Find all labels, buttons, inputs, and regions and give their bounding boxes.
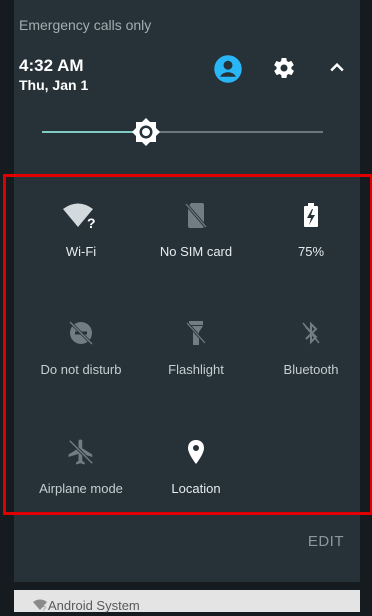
flashlight-off-icon <box>185 321 207 345</box>
svg-text:?: ? <box>42 606 46 611</box>
bluetooth-off-icon <box>302 321 320 345</box>
airplane-off-icon <box>68 439 94 465</box>
wifi-question-icon: ? <box>33 598 49 616</box>
tile-bluetooth[interactable]: Bluetooth <box>251 318 371 377</box>
tile-no-sim[interactable]: No SIM card <box>136 200 256 259</box>
carrier-status: Emergency calls only <box>19 17 152 33</box>
location-icon <box>188 440 204 464</box>
collapse-icon[interactable] <box>327 58 347 83</box>
account-icon[interactable] <box>213 54 243 89</box>
tile-label: Location <box>171 481 221 496</box>
tile-label: No SIM card <box>159 244 233 259</box>
tile-label: Airplane mode <box>39 481 123 496</box>
svg-text:?: ? <box>87 215 96 230</box>
tile-airplane-mode[interactable]: Airplane mode <box>21 437 141 496</box>
tile-label: Wi-Fi <box>65 244 97 259</box>
tile-location[interactable]: Location <box>136 437 256 496</box>
battery-charging-icon <box>304 203 318 227</box>
tile-label: Do not disturb <box>40 362 122 377</box>
no-sim-icon <box>184 203 208 228</box>
tile-label: Flashlight <box>168 362 224 377</box>
tile-label: 75% <box>297 244 325 259</box>
tile-battery[interactable]: 75% <box>251 200 371 259</box>
tile-label: Bluetooth <box>283 362 339 377</box>
edit-button[interactable]: EDIT <box>308 533 344 550</box>
notification-label: Android System <box>48 598 140 613</box>
settings-icon[interactable] <box>272 56 296 85</box>
brightness-icon <box>132 118 160 146</box>
wifi-question-icon: ? <box>63 203 96 230</box>
brightness-slider-track[interactable] <box>146 131 323 133</box>
tile-flashlight[interactable]: Flashlight <box>136 318 256 377</box>
do-not-disturb-off-icon <box>68 320 94 346</box>
clock-time[interactable]: 4:32 AM <box>19 57 84 74</box>
brightness-slider-thumb[interactable] <box>131 117 161 152</box>
tile-do-not-disturb[interactable]: Do not disturb <box>21 318 141 377</box>
clock-date[interactable]: Thu, Jan 1 <box>19 77 88 93</box>
tile-wifi[interactable]: ? Wi-Fi <box>21 200 141 259</box>
